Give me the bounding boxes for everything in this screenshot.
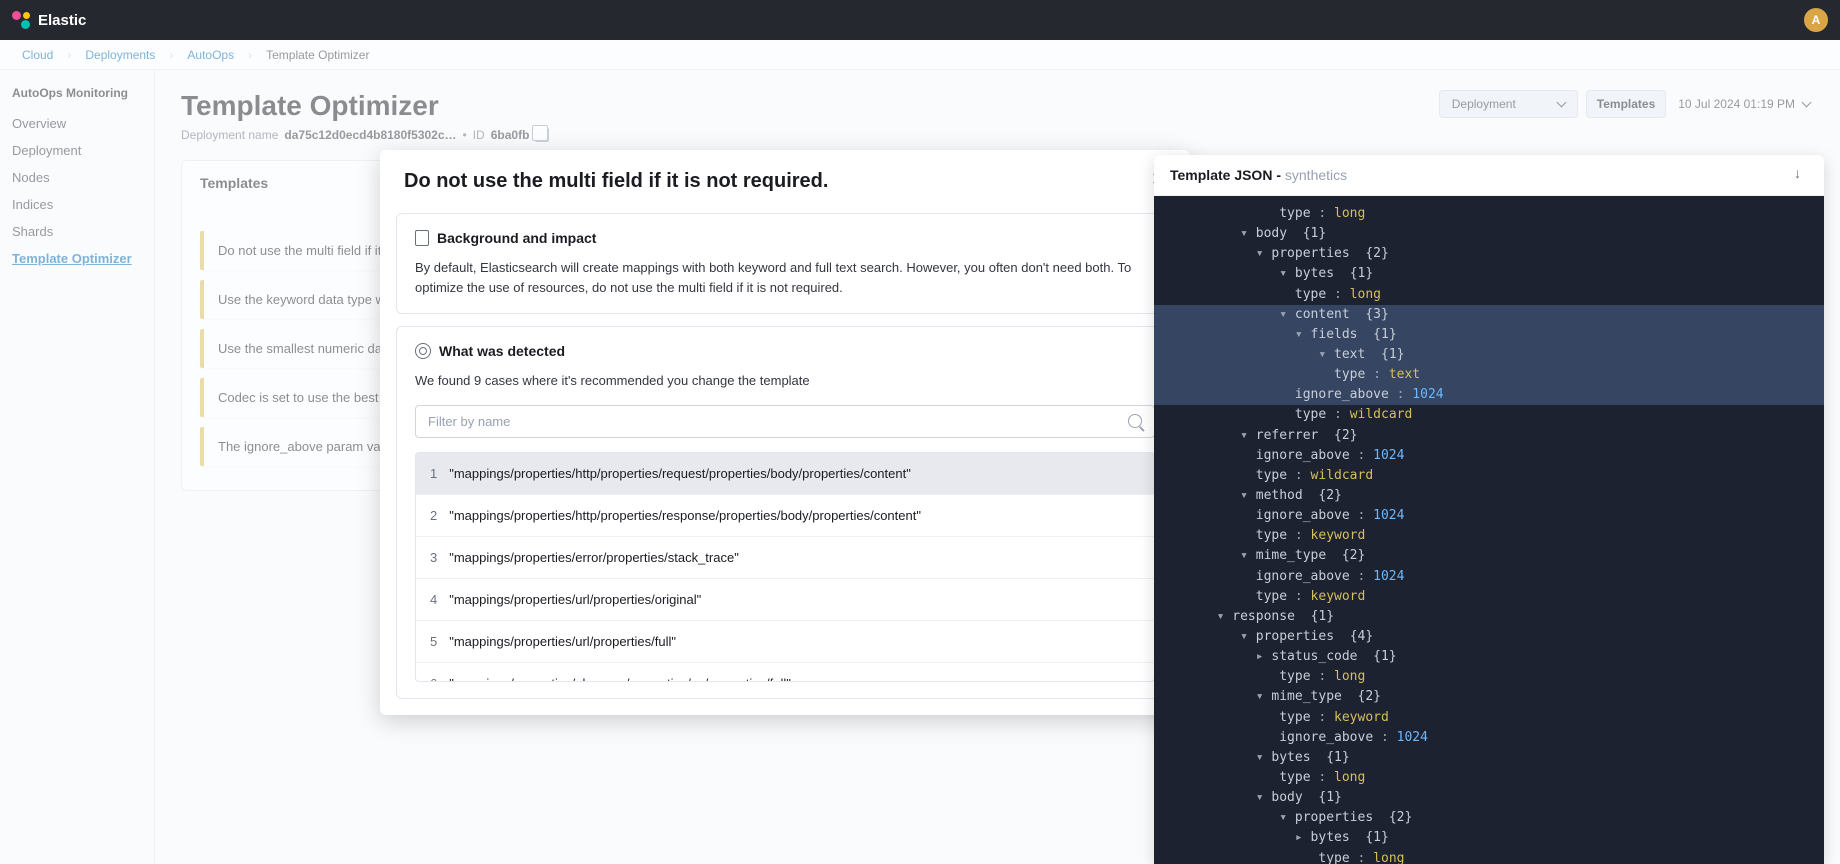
detection-row[interactable]: 3"mappings/properties/error/properties/s… [416,537,1154,579]
json-flyout: Template JSON - synthetics type : long ▾… [1154,155,1824,864]
download-icon[interactable] [1792,167,1808,183]
rule-modal: Do not use the multi field if it is not … [380,150,1190,715]
gear-icon [415,343,431,359]
document-icon [415,230,429,246]
detection-list: 1"mappings/properties/http/properties/re… [415,452,1155,682]
search-icon [1128,414,1142,428]
modal-title: Do not use the multi field if it is not … [404,170,828,193]
brand-text: Elastic [38,12,86,29]
avatar[interactable]: A [1804,8,1828,32]
flyout-title: Template JSON - synthetics [1170,167,1347,183]
detected-subtitle: We found 9 cases where it's recommended … [415,371,1155,391]
topbar: Elastic A [0,0,1840,40]
background-text: By default, Elasticsearch will create ma… [415,258,1155,297]
detection-row[interactable]: 2"mappings/properties/http/properties/re… [416,495,1154,537]
brand[interactable]: Elastic [12,11,86,29]
filter-input[interactable]: Filter by name [415,405,1155,438]
detection-row[interactable]: 6"mappings/properties/observer/propertie… [416,663,1154,682]
background-panel: Background and impact By default, Elasti… [396,213,1174,314]
json-code-view[interactable]: type : long ▾ body {1} ▾ properties {2} … [1154,196,1824,864]
elastic-logo-icon [12,11,30,29]
detection-row[interactable]: 1"mappings/properties/http/properties/re… [416,453,1154,495]
detection-row[interactable]: 4"mappings/properties/url/properties/ori… [416,579,1154,621]
detected-panel: What was detected We found 9 cases where… [396,326,1174,699]
detection-row[interactable]: 5"mappings/properties/url/properties/ful… [416,621,1154,663]
